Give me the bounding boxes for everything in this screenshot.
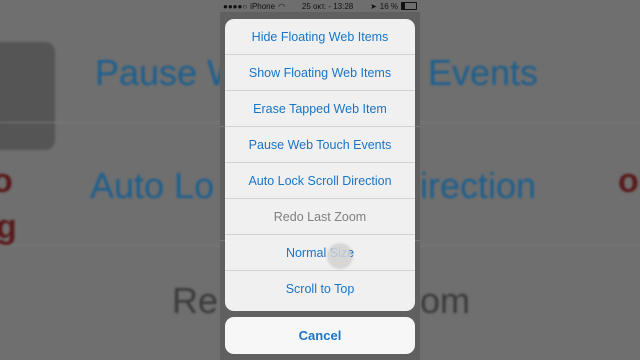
- background-block: [0, 42, 55, 150]
- background-text-red: o: [0, 162, 13, 200]
- background-text-red: g: [0, 208, 17, 246]
- pause-web-touch-events-button[interactable]: Pause Web Touch Events: [225, 127, 415, 163]
- divider: [420, 122, 640, 123]
- battery-percent: 16 %: [379, 1, 398, 11]
- normal-size-button[interactable]: Normal Size: [225, 235, 415, 271]
- background-right: Events irection o om: [420, 0, 640, 360]
- background-left: Pause W o g Auto Lo Re: [0, 0, 220, 360]
- location-icon: ➤: [370, 1, 377, 11]
- hide-floating-web-items-button[interactable]: Hide Floating Web Items: [225, 19, 415, 55]
- auto-lock-scroll-direction-button[interactable]: Auto Lock Scroll Direction: [225, 163, 415, 199]
- status-time: 25 окт. - 13:28: [301, 1, 354, 11]
- background-text: Events: [428, 52, 539, 93]
- background-text: Re: [172, 280, 219, 321]
- phone-screen: ●●●●○ iPhone ◠ 25 окт. - 13:28 ➤ 16 % Hi…: [220, 0, 420, 360]
- signal-icon: ●●●●○: [223, 1, 248, 11]
- show-floating-web-items-button[interactable]: Show Floating Web Items: [225, 55, 415, 91]
- divider: [0, 122, 220, 123]
- redo-last-zoom-button: Redo Last Zoom: [225, 199, 415, 235]
- wifi-icon: ◠: [278, 1, 286, 11]
- cancel-button[interactable]: Cancel: [225, 317, 415, 354]
- divider: [420, 245, 640, 246]
- background-text: Auto Lo: [90, 165, 215, 206]
- divider: [0, 245, 220, 246]
- background-text-red: o: [618, 162, 639, 200]
- scroll-to-top-button[interactable]: Scroll to Top: [225, 271, 415, 307]
- action-sheet: Hide Floating Web Items Show Floating We…: [225, 19, 415, 311]
- background-text: irection: [420, 165, 537, 206]
- touch-indicator: [329, 245, 351, 267]
- carrier-label: iPhone: [250, 1, 276, 11]
- background-text: om: [420, 280, 471, 321]
- status-bar: ●●●●○ iPhone ◠ 25 окт. - 13:28 ➤ 16 %: [220, 0, 420, 12]
- battery-icon: [401, 2, 417, 10]
- erase-tapped-web-item-button[interactable]: Erase Tapped Web Item: [225, 91, 415, 127]
- background-text: Pause W: [95, 52, 220, 93]
